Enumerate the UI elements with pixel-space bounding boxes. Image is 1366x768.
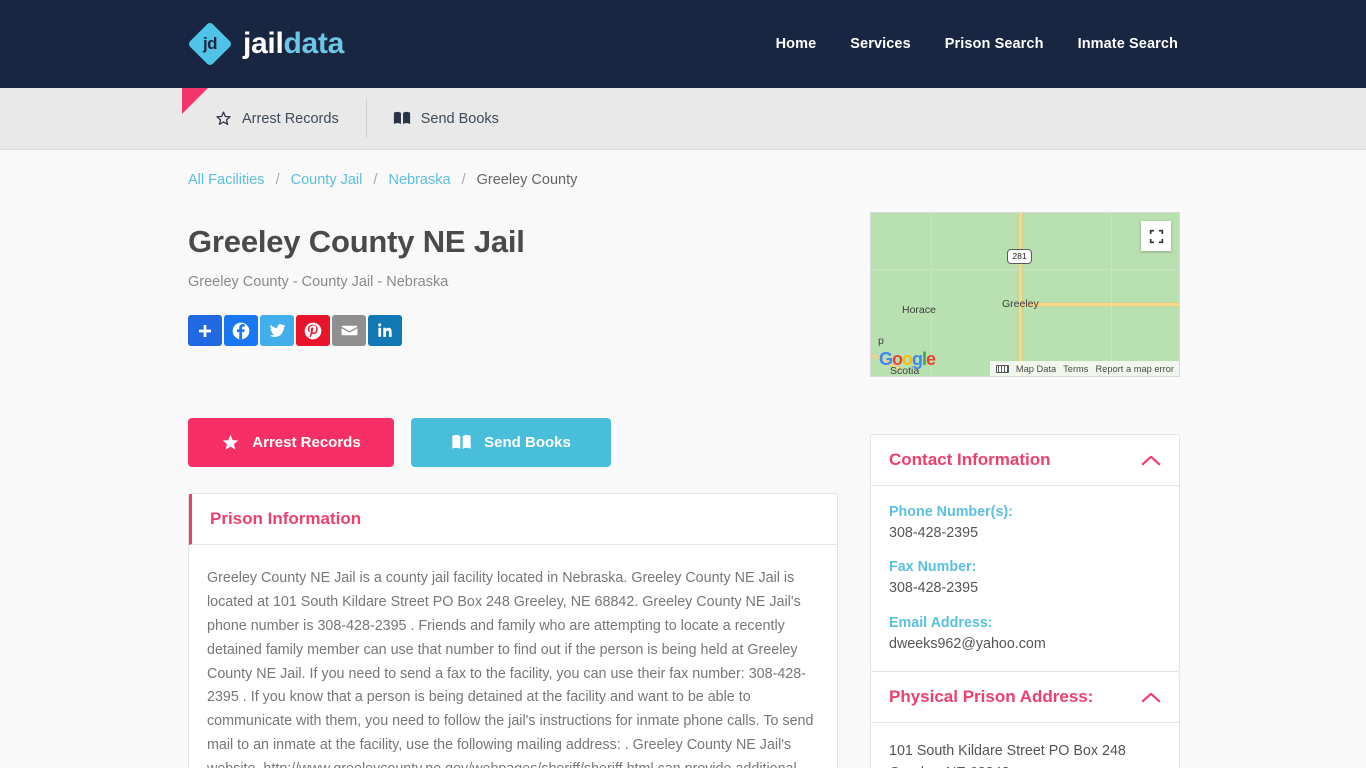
book-icon (393, 111, 411, 126)
map-fullscreen-button[interactable] (1141, 221, 1171, 251)
contact-field-fax: Fax Number: 308-428-2395 (889, 559, 1161, 599)
contact-information-header[interactable]: Contact Information (871, 435, 1179, 486)
star-icon (215, 110, 232, 127)
nav-item-services[interactable]: Services (850, 36, 910, 52)
field-value: 308-428-2395 (889, 525, 979, 541)
breadcrumb-nebraska[interactable]: Nebraska (388, 172, 450, 188)
contact-information-body: Phone Number(s): 308-428-2395 Fax Number… (871, 486, 1179, 671)
nav-item-inmate-search[interactable]: Inmate Search (1078, 36, 1178, 52)
map-road-281 (1019, 213, 1022, 376)
location-map[interactable]: 281 Horace Greeley p Scotia Google Map D… (870, 212, 1180, 377)
field-value: dweeks962@yahoo.com (889, 635, 1046, 652)
action-buttons: Arrest Records Send Books (188, 418, 838, 467)
map-attribution-bar: Map Data Terms Report a map error (989, 361, 1179, 376)
send-books-button[interactable]: Send Books (411, 418, 611, 467)
pinterest-share-icon[interactable] (296, 315, 330, 346)
keyboard-shortcuts-icon[interactable] (995, 364, 1009, 373)
panel-title: Physical Prison Address: (889, 687, 1094, 707)
brand-word-data: data (283, 27, 345, 60)
subnav-item-send-books[interactable]: Send Books (365, 88, 526, 149)
brand-wordmark: jaildata (243, 29, 344, 59)
content-layout: Greeley County NE Jail Greeley County - … (188, 196, 1180, 768)
breadcrumb-separator: / (275, 172, 280, 188)
brand-logo[interactable]: jd jaildata (187, 21, 344, 67)
arrest-records-button[interactable]: Arrest Records (188, 418, 394, 467)
breadcrumb-county-jail[interactable]: County Jail (291, 172, 363, 188)
field-label: Fax Number: (889, 559, 977, 576)
nav-item-prison-search[interactable]: Prison Search (945, 36, 1044, 52)
site-header: jd jaildata Home Services Prison Search … (0, 0, 1366, 88)
jaildata-logo-icon: jd (187, 21, 233, 67)
facebook-share-icon[interactable] (224, 315, 258, 346)
breadcrumb-current: Greeley County (476, 172, 578, 188)
breadcrumb: All Facilities / County Jail / Nebraska … (188, 150, 1178, 196)
highway-shield-icon: 281 (1007, 249, 1032, 264)
prison-information-panel: Prison Information Greeley County NE Jai… (188, 493, 838, 768)
social-share-bar (188, 315, 838, 346)
breadcrumb-separator: / (373, 172, 378, 188)
breadcrumb-all-facilities[interactable]: All Facilities (188, 172, 265, 188)
contact-field-phone: Phone Number(s): 308-428-2395 (889, 504, 1161, 544)
physical-address-panel: Physical Prison Address: 101 South Kilda… (870, 672, 1180, 768)
addthis-share-icon[interactable] (188, 315, 222, 346)
map-label-horace: Horace (902, 304, 936, 316)
logo-monogram: jd (202, 34, 218, 53)
panel-title: Contact Information (889, 450, 1051, 469)
field-label: Phone Number(s): (889, 504, 1013, 520)
nav-item-home[interactable]: Home (776, 36, 817, 52)
map-label-p: p (878, 335, 884, 347)
prison-information-text: Greeley County NE Jail is a county jail … (207, 570, 814, 768)
google-logo: Google (879, 349, 936, 369)
secondary-nav: Arrest Records Send Books (0, 88, 1366, 150)
contact-information-panel: Contact Information Phone Number(s): 308… (870, 434, 1180, 673)
prison-information-header: Prison Information (189, 494, 837, 545)
subnav-label: Arrest Records (242, 110, 339, 127)
subnav-item-arrest-records[interactable]: Arrest Records (188, 88, 366, 149)
terms-link[interactable]: Terms (1063, 364, 1088, 374)
sidebar-column: 281 Horace Greeley p Scotia Google Map D… (870, 196, 1180, 768)
page-subtitle: Greeley County - County Jail - Nebraska (188, 274, 449, 290)
chevron-up-icon[interactable] (1141, 454, 1161, 467)
email-share-icon[interactable] (332, 315, 366, 346)
subnav-label: Send Books (420, 110, 499, 127)
button-label: Send Books (484, 434, 571, 451)
field-label: Email Address: (889, 614, 993, 631)
contact-field-email: Email Address: dweeks962@yahoo.com (889, 615, 1161, 655)
primary-nav: Home Services Prison Search Inmate Searc… (776, 36, 1178, 52)
physical-address-header[interactable]: Physical Prison Address: (871, 672, 1179, 724)
page-title: Greeley County NE Jail (188, 224, 525, 259)
map-data-link[interactable]: Map Data (1016, 364, 1056, 374)
brand-word-jail: jail (243, 27, 284, 60)
map-gridline (871, 269, 1179, 270)
main-column: Greeley County NE Jail Greeley County - … (188, 196, 838, 768)
button-label: Arrest Records (252, 434, 361, 451)
prison-information-body: Greeley County NE Jail is a county jail … (189, 545, 837, 768)
report-map-error-link[interactable]: Report a map error (1095, 364, 1174, 374)
physical-address-body: 101 South Kildare Street PO Box 248 Gree… (871, 723, 1179, 768)
book-icon (451, 434, 472, 451)
breadcrumb-separator: / (461, 172, 466, 188)
chevron-up-icon[interactable] (1141, 691, 1161, 704)
map-gridline (1111, 213, 1112, 376)
star-icon (221, 433, 240, 452)
twitter-share-icon[interactable] (260, 315, 294, 346)
page-content: All Facilities / County Jail / Nebraska … (0, 150, 1366, 768)
linkedin-share-icon[interactable] (368, 315, 402, 346)
field-value: 308-428-2395 (889, 580, 979, 597)
physical-address-value: 101 South Kildare Street PO Box 248 Gree… (889, 743, 1126, 768)
map-road-east (1021, 303, 1179, 306)
panel-title: Prison Information (210, 509, 362, 528)
map-label-greeley: Greeley (1002, 298, 1039, 310)
